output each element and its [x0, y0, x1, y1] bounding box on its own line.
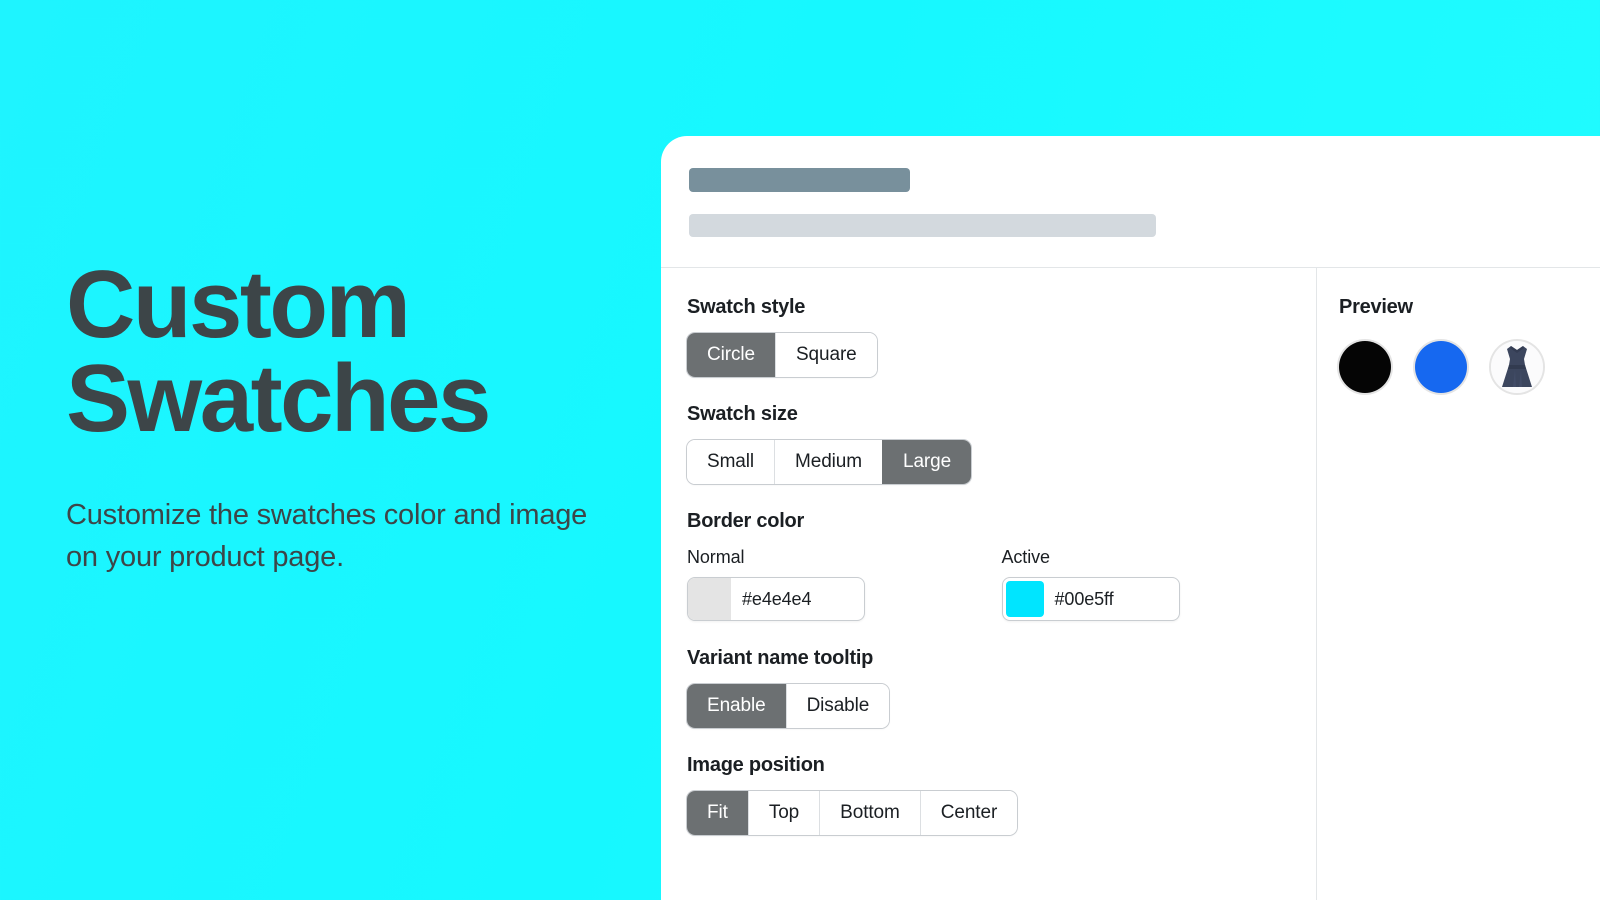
border-color-active-input[interactable]: #00e5ff — [1001, 577, 1180, 621]
swatch-size-label: Swatch size — [687, 403, 798, 425]
hero-section: Custom Swatches Customize the swatches c… — [66, 251, 626, 578]
swatch-style-label: Swatch style — [687, 296, 806, 318]
image-position-option-bottom[interactable]: Bottom — [819, 791, 920, 835]
preview-swatch-list — [1339, 341, 1600, 393]
field-swatch-style: Swatch style Circle Square — [687, 296, 1316, 377]
settings-card: Swatch style Circle Square Swatch size S… — [661, 136, 1600, 900]
border-color-inputs-row: Normal #e4e4e4 Active #00e5ff — [687, 547, 1316, 621]
field-variant-name-tooltip: Variant name tooltip Enable Disable — [687, 647, 1316, 728]
border-color-label: Border color — [687, 510, 805, 532]
normal-color-value: #e4e4e4 — [742, 588, 812, 609]
variant-tooltip-option-disable[interactable]: Disable — [785, 684, 890, 728]
card-header-skeleton — [661, 136, 1600, 267]
preview-panel: Preview — [1317, 268, 1600, 900]
swatch-size-option-large[interactable]: Large — [882, 440, 972, 484]
field-border-color: Border color Normal #e4e4e4 Active #00e5… — [687, 510, 1316, 621]
swatch-style-option-circle[interactable]: Circle — [687, 333, 775, 377]
preview-swatch-black[interactable] — [1339, 341, 1391, 393]
skeleton-title-bar — [689, 168, 910, 192]
settings-panel: Swatch style Circle Square Swatch size S… — [661, 268, 1316, 900]
swatch-style-segmented-control[interactable]: Circle Square — [687, 333, 877, 377]
page-title-line-1: Custom — [66, 251, 411, 358]
skeleton-subtitle-bar — [689, 214, 1156, 237]
variant-tooltip-option-enable[interactable]: Enable — [687, 684, 786, 728]
page-title-line-2: Swatches — [66, 345, 491, 453]
image-position-option-top[interactable]: Top — [747, 791, 820, 835]
normal-color-chip[interactable] — [688, 578, 731, 620]
border-color-active-label: Active — [1001, 547, 1051, 567]
page-title: Custom Swatches — [66, 251, 626, 453]
border-color-active-group: Active #00e5ff — [1001, 547, 1317, 621]
preview-swatch-image[interactable] — [1491, 341, 1543, 393]
card-body: Swatch style Circle Square Swatch size S… — [661, 268, 1600, 900]
dress-icon — [1491, 341, 1543, 393]
field-swatch-size: Swatch size Small Medium Large — [687, 403, 1316, 484]
swatch-style-option-square[interactable]: Square — [774, 333, 877, 377]
border-color-normal-group: Normal #e4e4e4 — [687, 547, 1002, 621]
preview-swatch-blue[interactable] — [1415, 341, 1467, 393]
preview-title: Preview — [1339, 296, 1413, 318]
image-position-option-fit[interactable]: Fit — [687, 791, 748, 835]
border-color-normal-label: Normal — [687, 547, 745, 567]
swatch-size-option-small[interactable]: Small — [687, 440, 775, 484]
swatch-size-segmented-control[interactable]: Small Medium Large — [687, 440, 972, 484]
variant-name-tooltip-segmented-control[interactable]: Enable Disable — [687, 684, 890, 728]
page-subtitle: Customize the swatches color and image o… — [66, 499, 588, 574]
variant-name-tooltip-label: Variant name tooltip — [687, 647, 874, 669]
field-image-position: Image position Fit Top Bottom Center — [687, 754, 1316, 835]
swatch-size-option-medium[interactable]: Medium — [774, 440, 882, 484]
image-position-segmented-control[interactable]: Fit Top Bottom Center — [687, 791, 1018, 835]
image-position-label: Image position — [687, 754, 825, 776]
active-color-value: #00e5ff — [1054, 588, 1114, 609]
border-color-normal-input[interactable]: #e4e4e4 — [687, 577, 865, 621]
active-color-chip[interactable] — [1005, 581, 1044, 617]
image-position-option-center[interactable]: Center — [919, 791, 1018, 835]
